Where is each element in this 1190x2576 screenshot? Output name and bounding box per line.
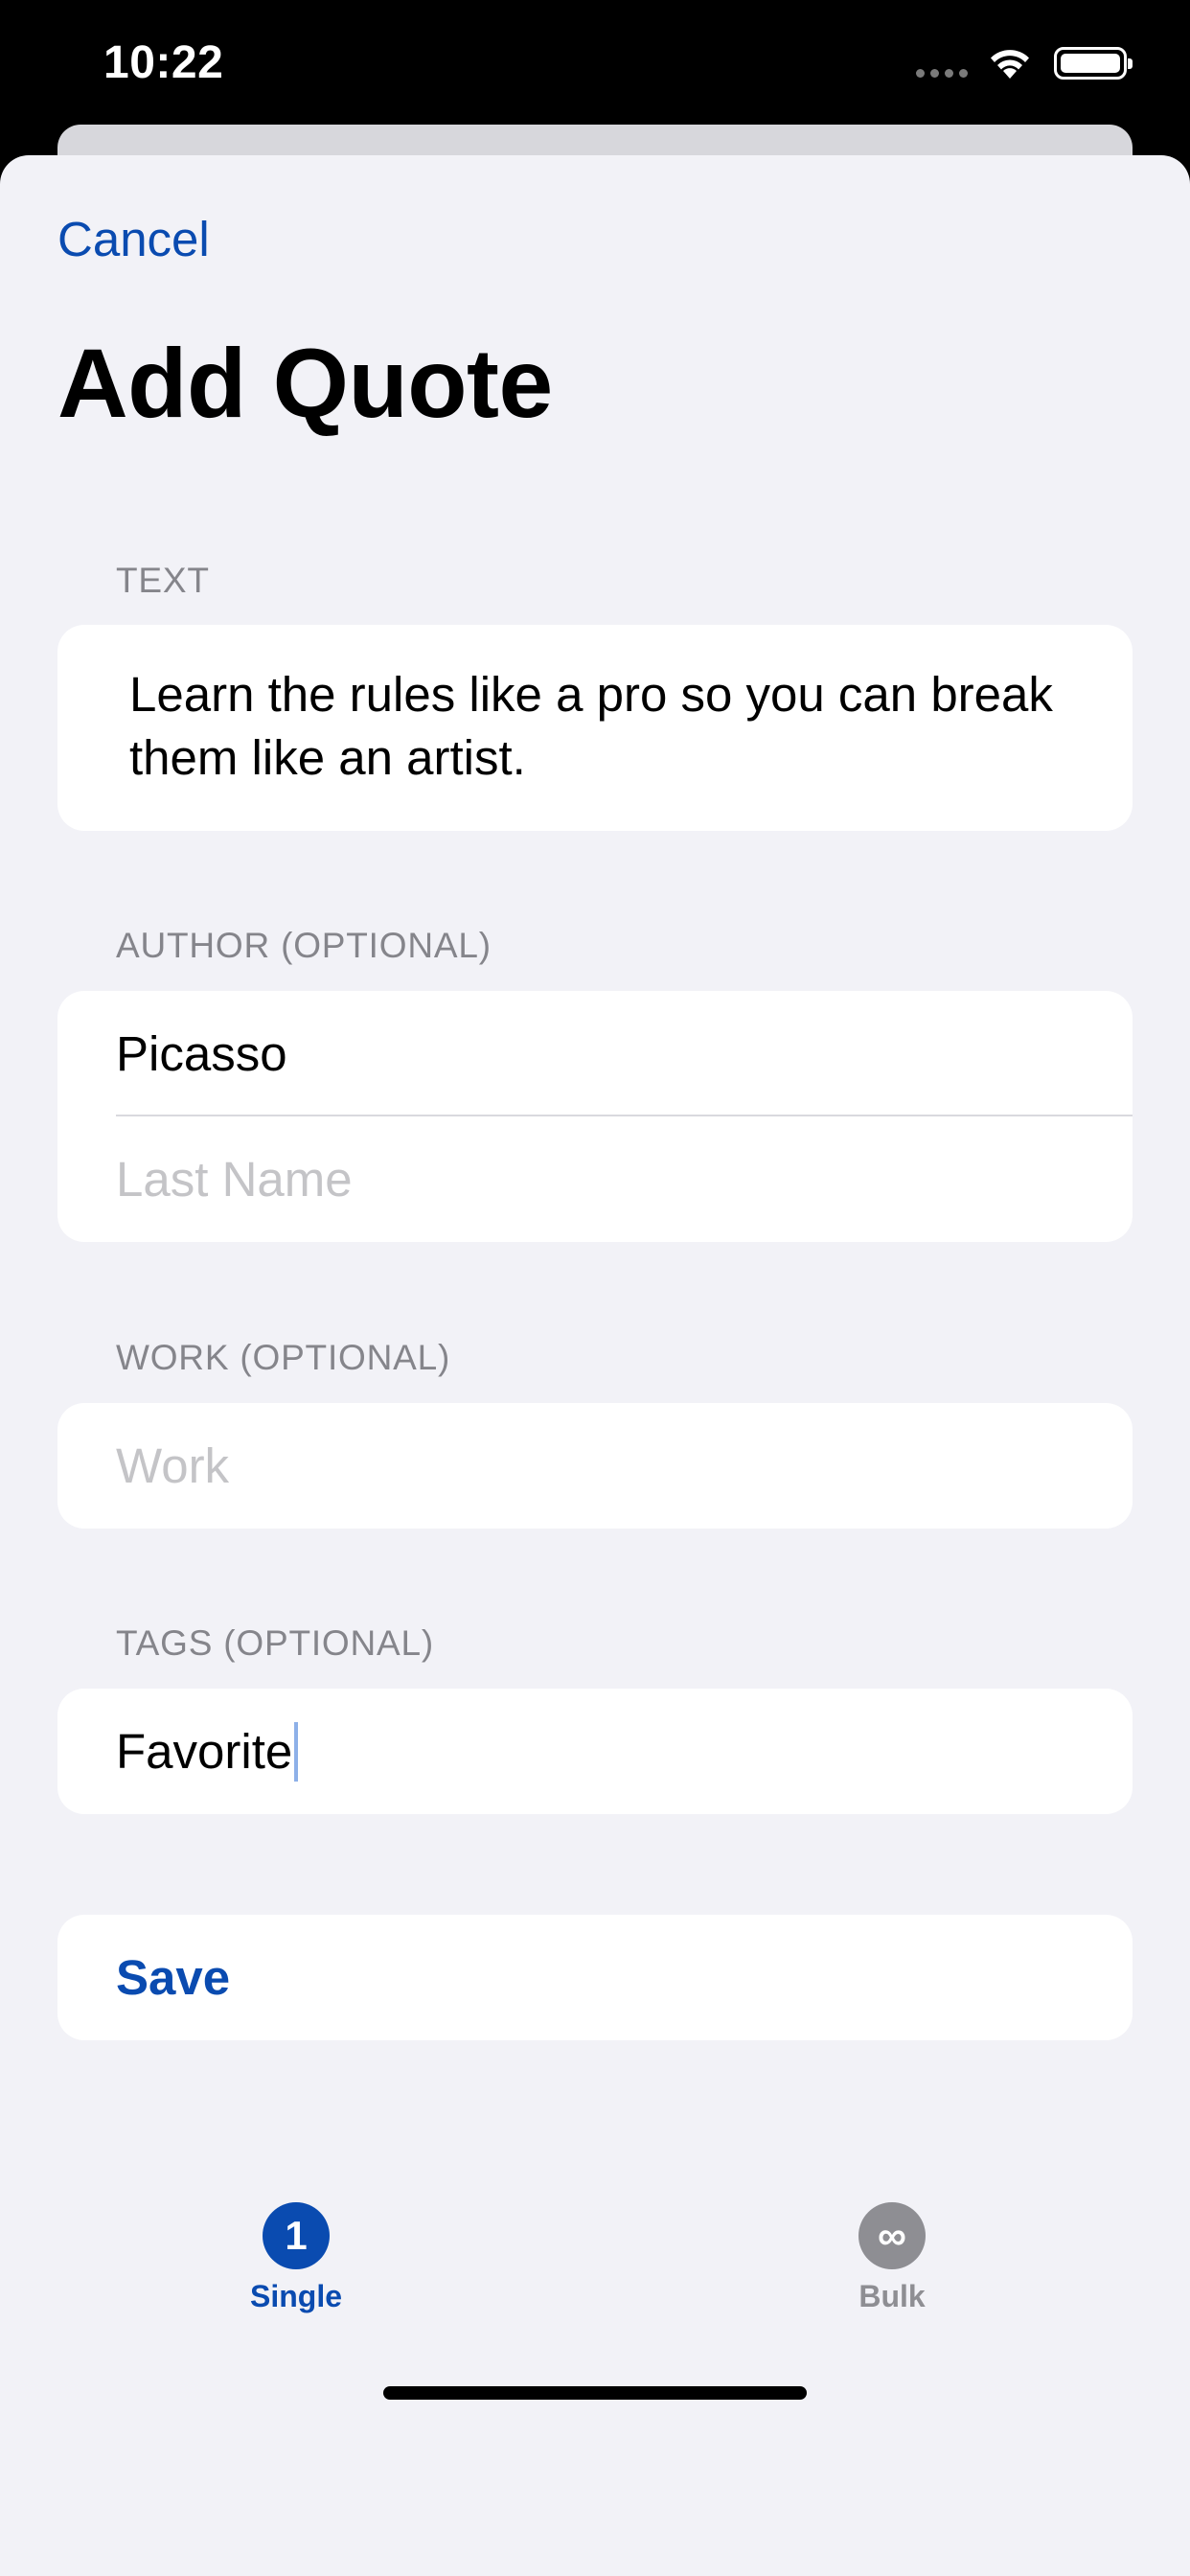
text-section-label: TEXT [116,561,210,600]
single-number-icon: 1 [263,2202,330,2269]
save-label: Save [116,1950,231,2005]
work-placeholder: Work [116,1438,230,1493]
quote-text-field[interactable]: Learn the rules like a pro so you can br… [57,625,1133,831]
author-group: Picasso Last Name [57,991,1133,1242]
work-field[interactable]: Work [57,1403,1133,1529]
first-name-value: Picasso [116,1026,287,1081]
status-time: 10:22 [103,37,224,88]
tab-bulk-label: Bulk [858,2279,926,2313]
last-name-placeholder: Last Name [116,1152,353,1207]
quote-text-value: Learn the rules like a pro so you can br… [129,667,1053,785]
author-section-label: AUTHOR (OPTIONAL) [116,926,492,965]
first-name-field[interactable]: Picasso [57,991,1133,1116]
tab-bulk[interactable]: ∞ Bulk [796,2202,988,2314]
wifi-icon [991,50,1029,79]
tags-field[interactable]: Favorite [57,1689,1133,1814]
save-button[interactable]: Save [57,1915,1133,2040]
add-quote-sheet: Cancel Add Quote TEXT Learn the rules li… [0,155,1190,2576]
infinity-icon: ∞ [858,2202,926,2269]
battery-icon [1054,47,1133,80]
tags-section-label: TAGS (OPTIONAL) [116,1623,435,1663]
cellular-signal-icon [916,69,968,78]
tab-single[interactable]: 1 Single [200,2202,392,2314]
screen: 10:22 Cancel Add Quote TEXT Learn the ru… [0,0,1190,2576]
work-section-label: WORK (OPTIONAL) [116,1338,451,1377]
tags-value: Favorite [116,1724,293,1779]
last-name-field[interactable]: Last Name [57,1116,1133,1242]
text-cursor [294,1721,299,1782]
cancel-button[interactable]: Cancel [57,211,210,267]
status-bar: 10:22 [0,0,1190,134]
tab-single-label: Single [249,2279,342,2313]
page-title: Add Quote [57,329,553,438]
home-indicator[interactable] [383,2386,807,2400]
